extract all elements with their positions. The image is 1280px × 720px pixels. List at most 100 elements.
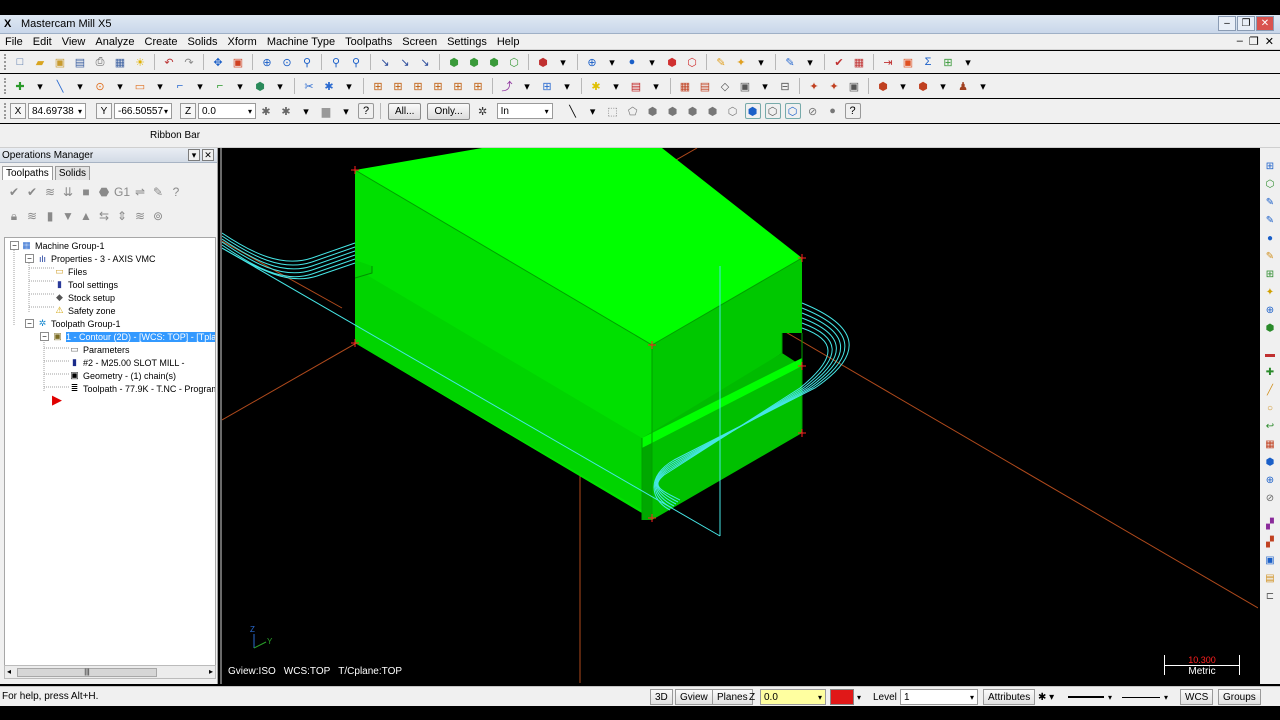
xform-rotate-icon[interactable]: ⊞ xyxy=(410,78,426,94)
toolpath-drill-icon[interactable]: ⊞ xyxy=(539,78,555,94)
dropdown-arrow-icon[interactable]: ▾ xyxy=(232,78,248,94)
pen-icon[interactable]: ✎ xyxy=(150,185,166,199)
dropdown-arrow-icon[interactable]: ▾ xyxy=(341,78,357,94)
stop-icon[interactable]: ■ xyxy=(78,185,94,199)
green-part[interactable] xyxy=(354,148,803,520)
toggle-display-icon[interactable]: ≋ xyxy=(24,209,40,223)
dropdown-arrow-icon[interactable]: ▾ xyxy=(272,78,288,94)
redo-icon[interactable]: ↷ xyxy=(181,54,197,70)
sphere-ops-icon[interactable]: ● xyxy=(1263,232,1277,246)
sum-icon[interactable]: Σ xyxy=(920,54,936,70)
highfeed-icon[interactable]: ⇌ xyxy=(132,185,148,199)
move-down-icon[interactable]: ▼ xyxy=(60,209,76,223)
zoom-out-icon[interactable]: ⚲ xyxy=(328,54,344,70)
dropdown-arrow-icon[interactable]: ▾ xyxy=(644,54,660,70)
new-file-icon[interactable]: □ xyxy=(12,54,28,70)
attributes-button[interactable]: Attributes xyxy=(983,689,1036,705)
dropdown-arrow-icon[interactable]: ▾ xyxy=(648,78,664,94)
dropdown-arrow-icon[interactable]: ▾ xyxy=(604,54,620,70)
layer2-ops-icon[interactable]: ▞ xyxy=(1263,536,1277,550)
scroll-right-icon[interactable]: ▸ xyxy=(209,667,213,676)
zoom-prev-icon[interactable]: ⚲ xyxy=(348,54,364,70)
table-icon[interactable]: ▤ xyxy=(697,78,713,94)
verify-ops-icon[interactable]: ⬣ xyxy=(96,185,112,199)
menu-file[interactable]: File xyxy=(0,36,28,48)
minimize-button[interactable]: – xyxy=(1218,16,1236,31)
dropdown-arrow-icon[interactable]: ▾ xyxy=(338,103,354,119)
menu-solids[interactable]: Solids xyxy=(183,36,223,48)
note-icon[interactable]: ▣ xyxy=(846,78,862,94)
tree-icon[interactable]: ⊟ xyxy=(777,78,793,94)
only-display-icon[interactable]: ≋ xyxy=(132,209,148,223)
selection-mask-icon[interactable]: ✲ xyxy=(475,103,491,119)
z-coordinate-field[interactable]: 0.0 ▾ xyxy=(198,103,256,119)
tab-solids[interactable]: Solids xyxy=(54,166,91,180)
doc-minimize-button[interactable]: – xyxy=(1237,35,1243,48)
solid-edge-icon[interactable]: ⬡ xyxy=(725,103,741,119)
solid-face-icon[interactable]: ⬢ xyxy=(685,103,701,119)
area-select-icon[interactable]: ⬢ xyxy=(665,103,681,119)
view-iso-icon[interactable]: ⬡ xyxy=(506,54,522,70)
help-question-icon[interactable]: ? xyxy=(358,103,374,119)
toolbar-grip[interactable] xyxy=(4,103,7,119)
multi-ops-icon[interactable]: ⊞ xyxy=(1263,268,1277,282)
maximize-button[interactable]: ❐ xyxy=(1237,16,1255,31)
wand-icon[interactable]: ✦ xyxy=(733,54,749,70)
person-icon[interactable]: ♟ xyxy=(955,78,971,94)
create-rectangle-icon[interactable]: ▭ xyxy=(132,78,148,94)
chevron-down-icon[interactable]: ▾ xyxy=(818,693,822,702)
dropdown-arrow-icon[interactable]: ▾ xyxy=(555,54,571,70)
post-icon[interactable]: ⇥ xyxy=(880,54,896,70)
move-up-icon[interactable]: ▲ xyxy=(78,209,94,223)
pencil-icon[interactable]: ✎ xyxy=(713,54,729,70)
post-ops-icon[interactable]: G1 xyxy=(114,185,130,199)
tree-node-geometry[interactable]: ▣ Geometry - (1) chain(s) xyxy=(69,369,176,382)
surface-icon[interactable]: ⬢ xyxy=(875,78,891,94)
no-ops-icon[interactable]: ⊘ xyxy=(1263,492,1277,506)
solid-select-icon[interactable]: ⬡ xyxy=(784,103,801,119)
tree-horizontal-scrollbar[interactable]: ◂ ||| ▸ xyxy=(4,665,216,679)
close-button[interactable]: ✕ xyxy=(1256,16,1274,31)
planes-button[interactable]: Planes xyxy=(712,689,753,705)
zoom-target-icon[interactable]: ⊙ xyxy=(279,54,295,70)
dropdown-arrow-icon[interactable]: ▾ xyxy=(298,103,314,119)
drill-ops-icon[interactable]: ✎ xyxy=(1263,196,1277,210)
menu-view[interactable]: View xyxy=(57,36,91,48)
y-coordinate-field[interactable]: -66.50557 ▾ xyxy=(114,103,172,119)
wcs-button[interactable]: WCS xyxy=(1180,689,1214,705)
insert-after-icon[interactable]: ⇆ xyxy=(96,209,112,223)
x-coordinate-field[interactable]: 84.69738 ▾ xyxy=(28,103,86,119)
lock-icon[interactable]: 🔒︎ xyxy=(6,209,22,224)
tree-node-tool[interactable]: ▮ #2 - M25.00 SLOT MILL - xyxy=(69,356,185,369)
select-point-icon[interactable]: ↘ xyxy=(397,54,413,70)
dropdown-arrow-icon[interactable]: ▾ xyxy=(757,78,773,94)
dropdown-arrow-icon[interactable]: ▾ xyxy=(935,78,951,94)
help-question-icon[interactable]: ? xyxy=(844,103,861,119)
solid-toolpath-icon[interactable]: ⬡ xyxy=(1263,178,1277,192)
panel-close-icon[interactable]: ✕ xyxy=(202,149,214,161)
create-spline-icon[interactable]: ⌐ xyxy=(212,78,228,94)
regen-dirty-icon[interactable]: ≋ xyxy=(42,185,58,199)
doc-close-button[interactable]: ✕ xyxy=(1265,35,1274,48)
3d-button[interactable]: 3D xyxy=(650,689,673,705)
dropdown-arrow-icon[interactable]: ▾ xyxy=(895,78,911,94)
menu-settings[interactable]: Settings xyxy=(442,36,492,48)
shaded-sphere-icon[interactable]: ● xyxy=(624,54,640,70)
select-chain-icon[interactable]: ↘ xyxy=(377,54,393,70)
collapse-toggle[interactable]: − xyxy=(25,319,34,328)
zoom-in-icon[interactable]: ⚲ xyxy=(299,54,315,70)
select-solid-icon[interactable]: ↘ xyxy=(417,54,433,70)
verify-icon[interactable]: ✔ xyxy=(831,54,847,70)
ruler-ops-icon[interactable]: ⊏ xyxy=(1263,590,1277,604)
menu-help[interactable]: Help xyxy=(492,36,525,48)
no-entry-icon[interactable]: ⊘ xyxy=(805,103,821,119)
merge-icon[interactable]: ▣ xyxy=(52,54,68,70)
toolbar-grip[interactable] xyxy=(4,54,7,70)
menu-create[interactable]: Create xyxy=(140,36,183,48)
dropdown-arrow-icon[interactable]: ▾ xyxy=(608,78,624,94)
globe-ops-icon[interactable]: ⊕ xyxy=(1263,304,1277,318)
surface-ops-icon[interactable]: ⬢ xyxy=(1263,322,1277,336)
toolpath-manager-icon[interactable]: ⊞ xyxy=(1263,160,1277,174)
backplot-icon[interactable]: ▦ xyxy=(851,54,867,70)
select-all-button[interactable]: All... xyxy=(388,102,422,120)
